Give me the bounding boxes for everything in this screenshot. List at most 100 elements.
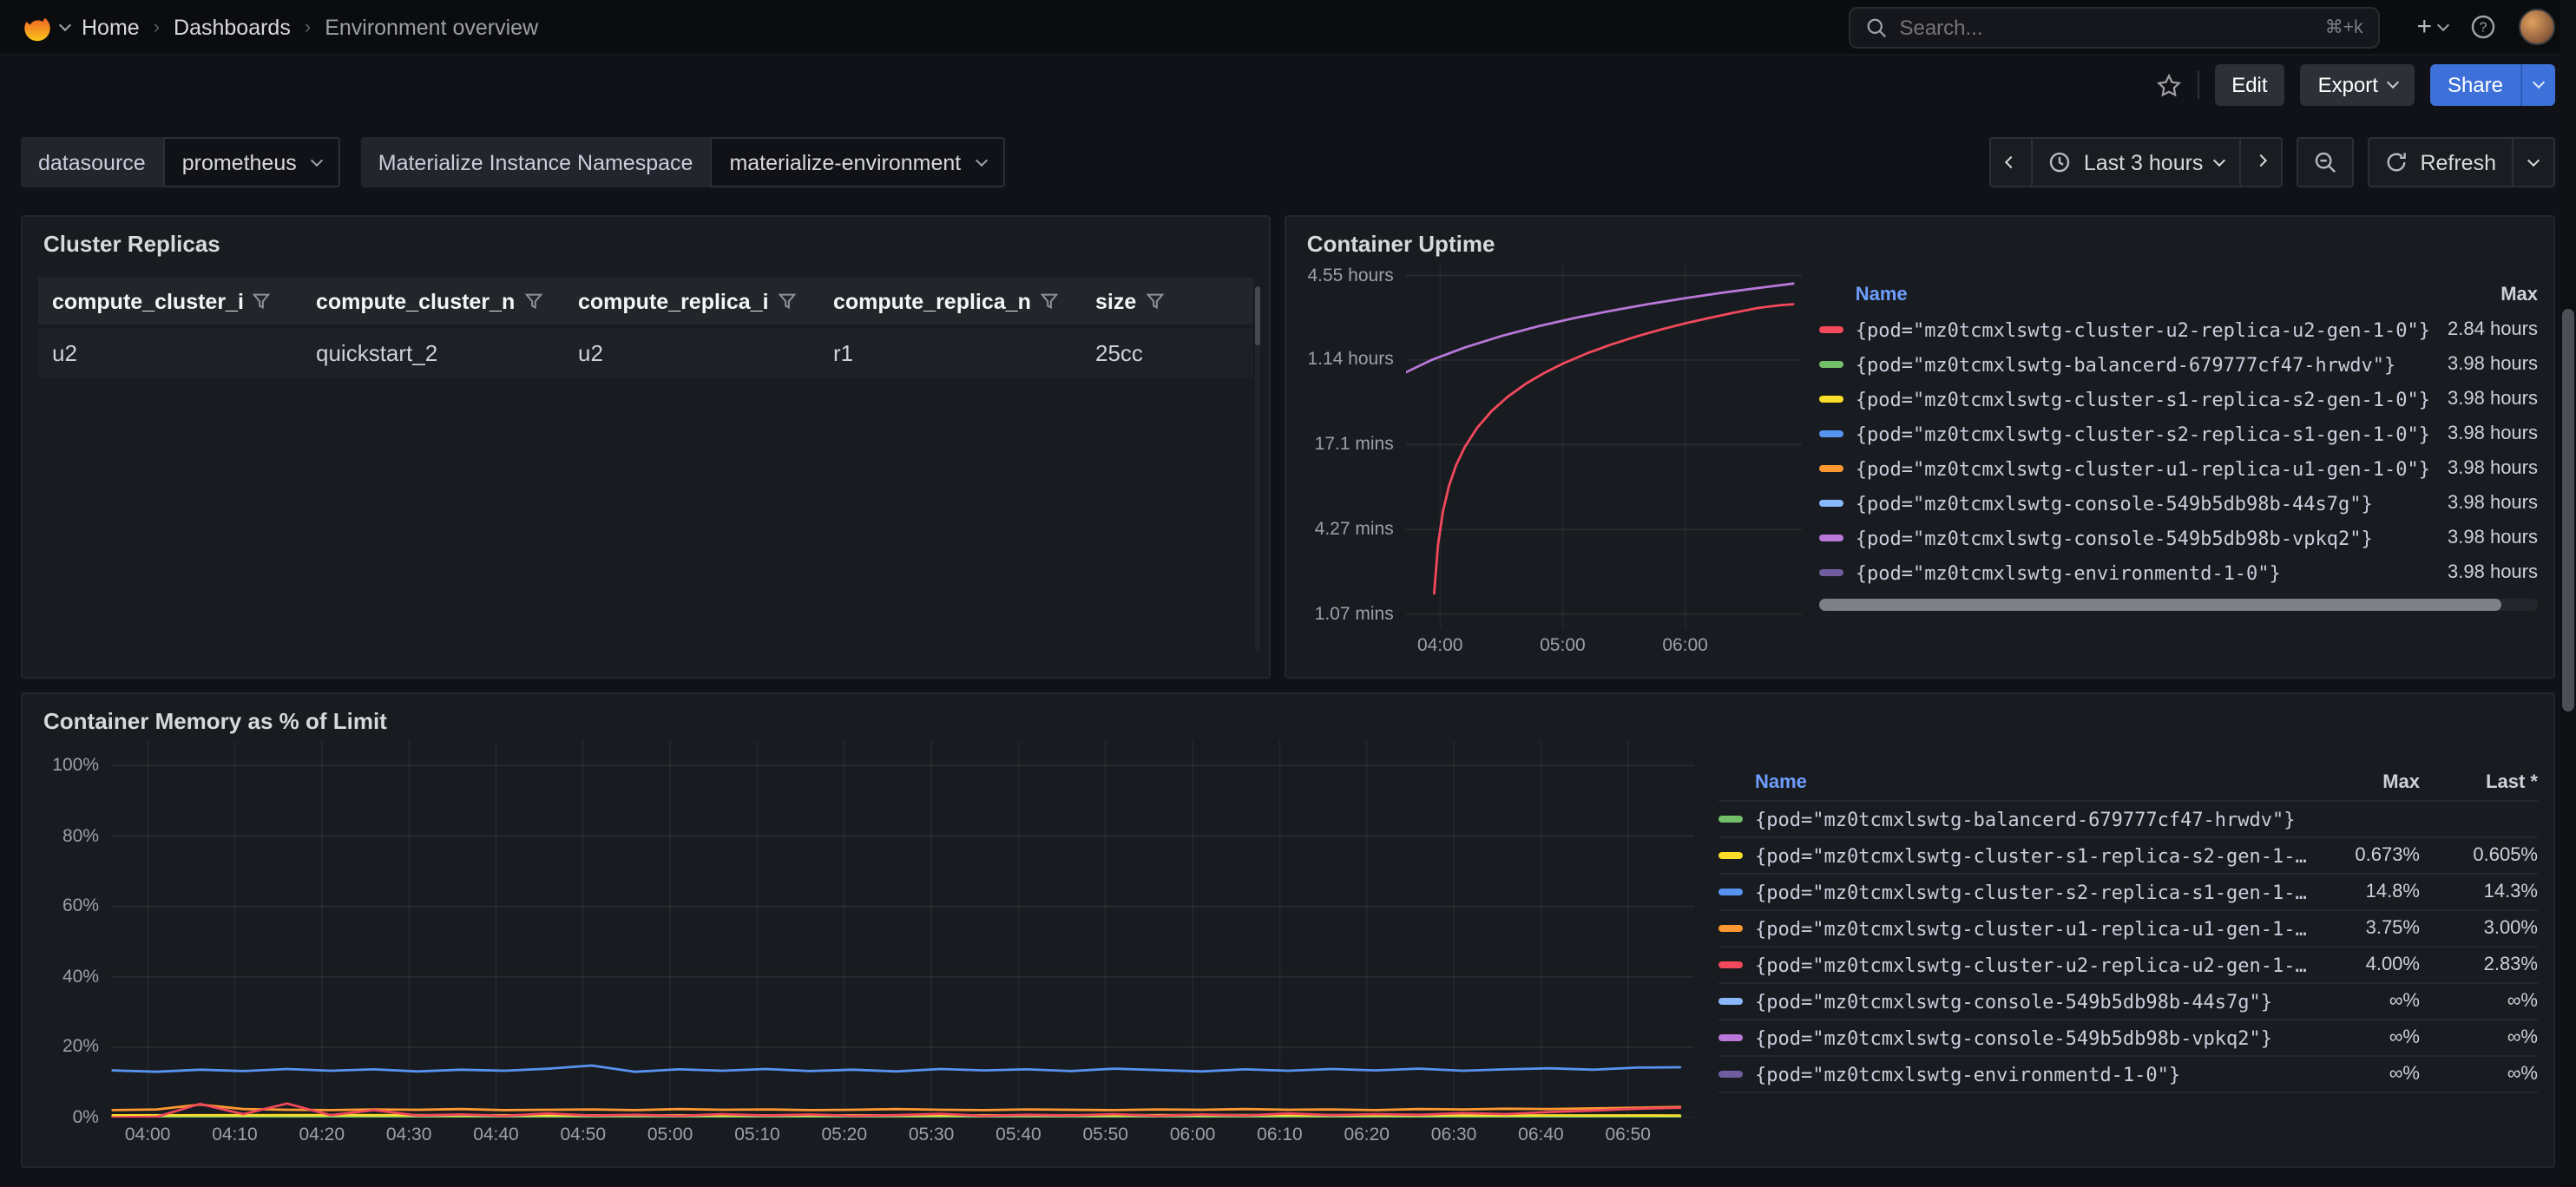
- legend-series-name[interactable]: {pod="mz0tcmxlswtg-console-549b5db98b-vp…: [1755, 1026, 2312, 1049]
- legend-series-name[interactable]: {pod="mz0tcmxlswtg-cluster-s1-replica-s2…: [1755, 844, 2312, 867]
- breadcrumb-separator: ›: [303, 16, 312, 37]
- grafana-logo-button[interactable]: [21, 10, 69, 43]
- x-axis-tick-label: 05:50: [1082, 1125, 1128, 1145]
- legend-series-name[interactable]: {pod="mz0tcmxlswtg-cluster-u1-replica-u1…: [1755, 917, 2312, 940]
- legend-max-header[interactable]: Max: [2312, 772, 2420, 793]
- legend-last-value: 3.00%: [2420, 918, 2538, 939]
- panel-title[interactable]: Container Uptime: [1286, 217, 2553, 264]
- legend-item[interactable]: {pod="mz0tcmxlswtg-cluster-s1-replica-s2…: [1718, 838, 2538, 875]
- legend-scrollbar-thumb[interactable]: [1819, 599, 2502, 611]
- edit-button[interactable]: Edit: [2214, 64, 2284, 106]
- series-line: [113, 1066, 1680, 1072]
- legend-max-value: 3.98 hours: [2430, 528, 2538, 548]
- share-options-button[interactable]: [2520, 64, 2555, 106]
- cluster-replicas-table: compute_cluster_icompute_cluster_ncomput…: [38, 278, 1253, 378]
- refresh-icon: [2385, 151, 2408, 174]
- x-axis-tick-label: 06:40: [1518, 1125, 1564, 1145]
- legend-series-name[interactable]: {pod="mz0tcmxlswtg-environmentd-1-0"}: [1856, 561, 2430, 584]
- legend-item[interactable]: {pod="mz0tcmxlswtg-console-549b5db98b-vp…: [1819, 521, 2538, 555]
- zoom-out-button[interactable]: [2297, 137, 2354, 187]
- time-shift-forward-button[interactable]: [2239, 137, 2283, 187]
- legend-series-name[interactable]: {pod="mz0tcmxlswtg-cluster-u1-replica-u1…: [1856, 457, 2430, 480]
- search-box[interactable]: ⌘+k: [1849, 6, 2380, 48]
- x-axis-tick-label: 04:20: [299, 1125, 345, 1145]
- legend-item[interactable]: {pod="mz0tcmxlswtg-environmentd-1-0"}∞%∞…: [1718, 1057, 2538, 1093]
- chevron-down-icon: [2533, 76, 2545, 89]
- legend-item[interactable]: {pod="mz0tcmxlswtg-cluster-u1-replica-u1…: [1819, 451, 2538, 486]
- breadcrumb-dashboards[interactable]: Dashboards: [174, 15, 291, 39]
- legend-series-name[interactable]: {pod="mz0tcmxlswtg-balancerd-679777cf47-…: [1856, 353, 2430, 376]
- legend-item[interactable]: {pod="mz0tcmxlswtg-cluster-u2-replica-u2…: [1718, 948, 2538, 984]
- chevron-down-icon: [59, 18, 71, 30]
- legend-max-value: 3.98 hours: [2430, 423, 2538, 444]
- page-scrollbar[interactable]: [2560, 0, 2576, 1187]
- plot-area[interactable]: [1406, 264, 1802, 628]
- legend-series-name[interactable]: {pod="mz0tcmxlswtg-console-549b5db98b-vp…: [1856, 527, 2430, 549]
- panel-title[interactable]: Cluster Replicas: [23, 217, 1269, 264]
- share-button[interactable]: Share: [2430, 64, 2520, 106]
- legend-item[interactable]: {pod="mz0tcmxlswtg-cluster-s2-replica-s1…: [1819, 416, 2538, 451]
- legend-item[interactable]: {pod="mz0tcmxlswtg-cluster-s2-replica-s1…: [1718, 875, 2538, 911]
- table-column-header[interactable]: size: [1081, 278, 1253, 325]
- datasource-variable-select[interactable]: prometheus: [163, 137, 340, 187]
- table-column-header[interactable]: compute_replica_i: [564, 278, 819, 325]
- table-column-header[interactable]: compute_cluster_n: [302, 278, 564, 325]
- breadcrumb-home[interactable]: Home: [82, 15, 140, 39]
- time-range-picker[interactable]: Last 3 hours: [2032, 137, 2242, 187]
- legend-series-name[interactable]: {pod="mz0tcmxlswtg-console-549b5db98b-44…: [1856, 492, 2430, 515]
- legend-series-name[interactable]: {pod="mz0tcmxlswtg-cluster-u2-replica-u2…: [1755, 954, 2312, 976]
- legend-max-value: 3.98 hours: [2430, 562, 2538, 583]
- y-axis-tick-label: 4.27 mins: [1315, 519, 1394, 540]
- filter-icon[interactable]: [253, 292, 272, 311]
- export-button[interactable]: Export: [2301, 64, 2415, 106]
- legend-item[interactable]: {pod="mz0tcmxlswtg-cluster-s1-replica-s2…: [1819, 382, 2538, 416]
- search-icon: [1866, 16, 1887, 37]
- chevron-down-icon: [2527, 154, 2540, 166]
- refresh-interval-button[interactable]: [2512, 137, 2555, 187]
- filter-icon[interactable]: [778, 292, 797, 311]
- help-button[interactable]: ?: [2470, 14, 2496, 40]
- chart-canvas: [111, 741, 1694, 1118]
- refresh-button[interactable]: Refresh: [2368, 137, 2514, 187]
- legend-series-name[interactable]: {pod="mz0tcmxlswtg-environmentd-1-0"}: [1755, 1063, 2312, 1085]
- legend-item[interactable]: {pod="mz0tcmxlswtg-environmentd-1-0"}3.9…: [1819, 555, 2538, 590]
- legend-series-name[interactable]: {pod="mz0tcmxlswtg-balancerd-679777cf47-…: [1755, 808, 2312, 830]
- chart-canvas: [1406, 264, 1802, 628]
- legend-last-header[interactable]: Last *: [2420, 772, 2538, 793]
- legend-series-name[interactable]: {pod="mz0tcmxlswtg-cluster-s1-replica-s2…: [1856, 388, 2430, 410]
- table-column-header[interactable]: compute_replica_n: [819, 278, 1081, 325]
- filter-icon[interactable]: [523, 292, 542, 311]
- search-input[interactable]: [1899, 15, 2312, 39]
- legend-series-name[interactable]: {pod="mz0tcmxlswtg-cluster-s2-replica-s1…: [1755, 881, 2312, 903]
- legend-series-name[interactable]: {pod="mz0tcmxlswtg-cluster-s2-replica-s1…: [1856, 423, 2430, 445]
- legend-item[interactable]: {pod="mz0tcmxlswtg-console-549b5db98b-vp…: [1718, 1020, 2538, 1057]
- legend-item[interactable]: {pod="mz0tcmxlswtg-console-549b5db98b-44…: [1819, 486, 2538, 521]
- add-new-button[interactable]: +: [2416, 14, 2448, 40]
- chevron-left-icon: [2006, 156, 2018, 168]
- legend-series-name[interactable]: {pod="mz0tcmxlswtg-console-549b5db98b-44…: [1755, 990, 2312, 1013]
- legend-series-name[interactable]: {pod="mz0tcmxlswtg-cluster-u2-replica-u2…: [1856, 318, 2430, 341]
- legend-item[interactable]: {pod="mz0tcmxlswtg-cluster-u2-replica-u2…: [1819, 312, 2538, 347]
- legend-scrollbar[interactable]: [1819, 599, 2538, 611]
- legend-name-header[interactable]: Name: [1718, 772, 2312, 793]
- plot-area[interactable]: [111, 741, 1694, 1118]
- legend-max-header[interactable]: Max: [2430, 285, 2538, 305]
- legend-item[interactable]: {pod="mz0tcmxlswtg-cluster-u1-replica-u1…: [1718, 911, 2538, 948]
- legend-item[interactable]: {pod="mz0tcmxlswtg-console-549b5db98b-44…: [1718, 984, 2538, 1020]
- page-scrollbar-thumb[interactable]: [2562, 309, 2574, 712]
- legend-item[interactable]: {pod="mz0tcmxlswtg-balancerd-679777cf47-…: [1819, 347, 2538, 382]
- favorite-star-button[interactable]: [2155, 72, 2181, 98]
- x-axis-tick-label: 04:50: [560, 1125, 606, 1145]
- legend-item[interactable]: {pod="mz0tcmxlswtg-balancerd-679777cf47-…: [1718, 802, 2538, 838]
- filter-icon[interactable]: [1040, 292, 1059, 311]
- time-shift-back-button[interactable]: [1990, 137, 2034, 187]
- table-scrollbar[interactable]: [1255, 286, 1260, 651]
- legend-name-header[interactable]: Name: [1819, 285, 2430, 305]
- dashboard-grid: Cluster Replicas compute_cluster_icomput…: [0, 215, 2576, 1168]
- namespace-variable-select[interactable]: materialize-environment: [710, 137, 1004, 187]
- x-axis-tick-label: 04:40: [473, 1125, 519, 1145]
- filter-icon[interactable]: [1145, 292, 1164, 311]
- user-avatar[interactable]: [2519, 9, 2555, 45]
- panel-title[interactable]: Container Memory as % of Limit: [23, 694, 2553, 741]
- table-column-header[interactable]: compute_cluster_i: [38, 278, 302, 325]
